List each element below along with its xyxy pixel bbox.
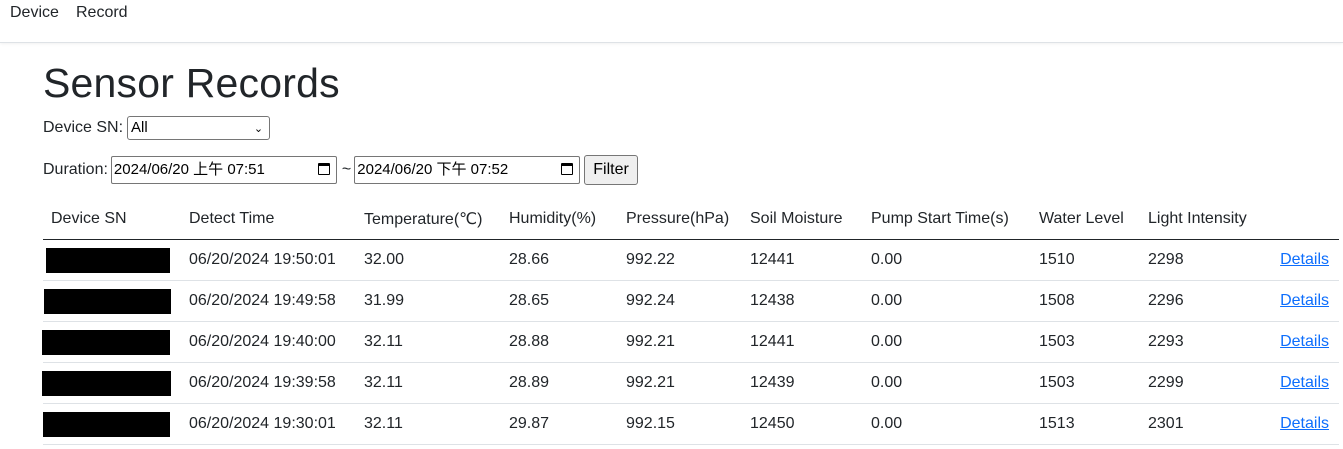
duration-separator: ~: [341, 161, 352, 178]
start-datetime-input[interactable]: 2024/06/20 上午 07:51: [110, 156, 337, 184]
details-link[interactable]: Details: [1280, 292, 1329, 309]
redaction-block: [44, 288, 171, 314]
details-cell: Details: [1259, 362, 1339, 404]
device-sn-cell: [43, 403, 181, 445]
humidity-cell: 29.87: [501, 403, 618, 445]
redaction-block: [46, 247, 170, 273]
details-link[interactable]: Details: [1280, 415, 1329, 432]
light-intensity-cell: 2296: [1140, 280, 1259, 322]
column-header-temperature: Temperature(℃): [356, 199, 501, 240]
device-sn-filter: Device SN: All ⌄: [43, 116, 271, 140]
table-row: 06/20/2024 19:40:00 32.11 28.88 992.21 1…: [42, 321, 1339, 363]
start-datetime-value: 2024/06/20 上午 07:51: [113, 161, 265, 178]
nav-item-device[interactable]: Device: [10, 4, 59, 22]
device-sn-cell: [43, 239, 181, 281]
water-level-cell: 1503: [1031, 362, 1140, 404]
table-row: 06/20/2024 19:30:01 32.11 29.87 992.15 1…: [43, 403, 1339, 445]
humidity-cell: 28.89: [501, 362, 618, 404]
redaction-block: [42, 370, 171, 396]
water-level-cell: 1513: [1031, 403, 1140, 445]
redaction-block: [43, 411, 170, 437]
light-intensity-cell: 2293: [1140, 321, 1259, 363]
humidity-cell: 28.66: [501, 239, 618, 281]
pressure-cell: 992.24: [618, 280, 742, 322]
column-header-humidity: Humidity(%): [501, 199, 618, 240]
top-navbar: Device Record: [0, 0, 1343, 43]
chevron-down-icon: ⌄: [253, 123, 264, 135]
column-header-pump-start-time: Pump Start Time(s): [863, 199, 1031, 240]
pump-start-time-cell: 0.00: [863, 280, 1031, 322]
column-header-device-sn: Device SN: [43, 199, 181, 240]
table-row: 06/20/2024 19:49:58 31.99 28.65 992.24 1…: [43, 280, 1339, 322]
light-intensity-cell: 2301: [1140, 403, 1259, 445]
details-link[interactable]: Details: [1280, 333, 1329, 350]
column-header-actions: [1259, 199, 1339, 240]
detect-time-cell: 06/20/2024 19:50:01: [181, 239, 356, 281]
light-intensity-cell: 2298: [1140, 239, 1259, 281]
water-level-cell: 1510: [1031, 239, 1140, 281]
pressure-cell: 992.22: [618, 239, 742, 281]
soil-moisture-cell: 12438: [742, 280, 863, 322]
pump-start-time-cell: 0.00: [863, 239, 1031, 281]
water-level-cell: 1508: [1031, 280, 1140, 322]
filter-button[interactable]: Filter: [584, 155, 638, 185]
device-sn-cell: [43, 280, 181, 322]
device-sn-cell: [42, 321, 181, 363]
column-header-pressure: Pressure(hPa): [618, 199, 742, 240]
light-intensity-cell: 2299: [1140, 362, 1259, 404]
pressure-cell: 992.21: [618, 321, 742, 363]
water-level-cell: 1503: [1031, 321, 1140, 363]
humidity-cell: 28.88: [501, 321, 618, 363]
details-link[interactable]: Details: [1280, 374, 1329, 391]
temperature-cell: 31.99: [356, 280, 501, 322]
soil-moisture-cell: 12439: [742, 362, 863, 404]
detect-time-cell: 06/20/2024 19:40:00: [181, 321, 356, 363]
detect-time-cell: 06/20/2024 19:30:01: [181, 403, 356, 445]
device-sn-label: Device SN:: [43, 119, 124, 136]
nav-item-record[interactable]: Record: [76, 4, 128, 22]
device-sn-selected-value: All: [131, 119, 148, 136]
column-header-light-intensity: Light Intensity: [1140, 199, 1259, 240]
soil-moisture-cell: 12441: [742, 321, 863, 363]
device-sn-select[interactable]: All ⌄: [127, 116, 271, 140]
details-cell: Details: [1259, 403, 1339, 445]
calendar-icon[interactable]: [317, 163, 330, 175]
details-cell: Details: [1259, 280, 1339, 322]
pump-start-time-cell: 0.00: [863, 362, 1031, 404]
end-datetime-value: 2024/06/20 下午 07:52: [357, 161, 509, 178]
details-cell: Details: [1259, 321, 1339, 363]
page-title: Sensor Records: [43, 60, 340, 106]
column-header-water-level: Water Level: [1031, 199, 1140, 240]
table-row: 06/20/2024 19:50:01 32.00 28.66 992.22 1…: [43, 239, 1339, 281]
records-table: Device SN Detect Time Temperature(℃) Hum…: [42, 199, 1339, 445]
table-header-row: Device SN Detect Time Temperature(℃) Hum…: [43, 199, 1339, 240]
soil-moisture-cell: 12450: [742, 403, 863, 445]
temperature-cell: 32.11: [356, 362, 501, 404]
detect-time-cell: 06/20/2024 19:39:58: [181, 362, 356, 404]
duration-label: Duration:: [43, 161, 108, 178]
soil-moisture-cell: 12441: [742, 239, 863, 281]
duration-filter: Duration: 2024/06/20 上午 07:51 ~ 2024/06/…: [43, 155, 638, 185]
calendar-icon[interactable]: [561, 163, 574, 175]
temperature-cell: 32.11: [356, 403, 501, 445]
device-sn-cell: [42, 362, 181, 404]
details-link[interactable]: Details: [1280, 251, 1329, 268]
pressure-cell: 992.15: [618, 403, 742, 445]
column-header-detect-time: Detect Time: [181, 199, 356, 240]
humidity-cell: 28.65: [501, 280, 618, 322]
detect-time-cell: 06/20/2024 19:49:58: [181, 280, 356, 322]
redaction-block: [42, 329, 170, 355]
column-header-soil-moisture: Soil Moisture: [742, 199, 863, 240]
table-row: 06/20/2024 19:39:58 32.11 28.89 992.21 1…: [42, 362, 1339, 404]
temperature-cell: 32.00: [356, 239, 501, 281]
pressure-cell: 992.21: [618, 362, 742, 404]
end-datetime-input[interactable]: 2024/06/20 下午 07:52: [354, 156, 581, 184]
pump-start-time-cell: 0.00: [863, 403, 1031, 445]
details-cell: Details: [1259, 239, 1339, 281]
pump-start-time-cell: 0.00: [863, 321, 1031, 363]
temperature-cell: 32.11: [356, 321, 501, 363]
